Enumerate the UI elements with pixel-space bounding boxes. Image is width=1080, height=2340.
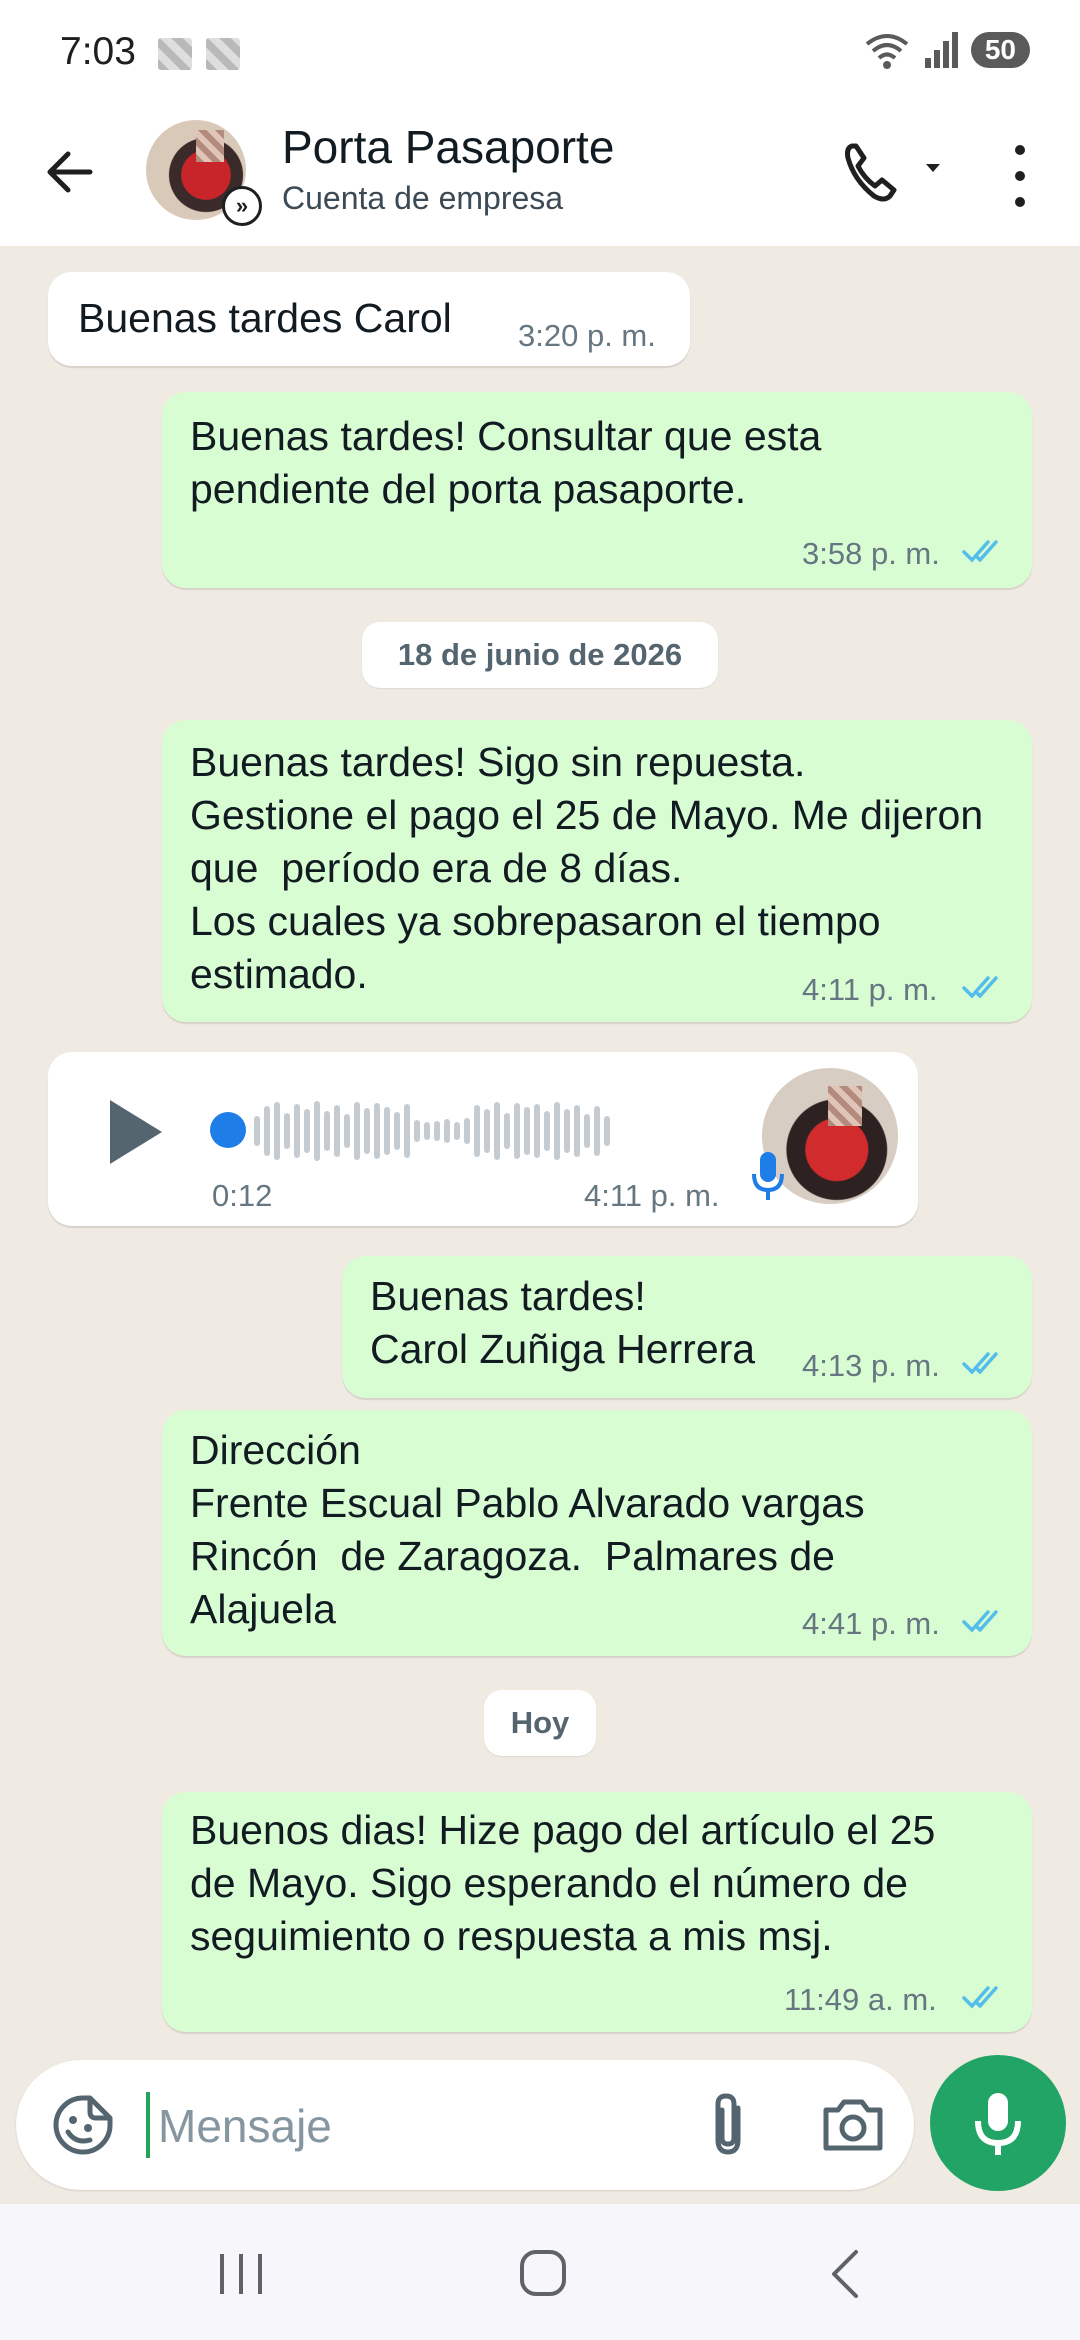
text-caret bbox=[146, 2092, 150, 2158]
system-navigation-bar bbox=[0, 2204, 1080, 2340]
more-vert-icon[interactable] bbox=[1000, 138, 1040, 214]
message-bubble-outgoing[interactable]: Buenos dias! Hize pago del artículo el 2… bbox=[162, 1792, 1032, 2032]
message-time: 3:58 p. m. bbox=[802, 536, 940, 571]
phone-icon bbox=[845, 143, 897, 202]
message-bubble-outgoing[interactable]: Buenas tardes! Carol Zuñiga Herrera 4:13… bbox=[342, 1256, 1032, 1398]
message-composer bbox=[16, 2060, 914, 2190]
date-separator: Hoy bbox=[484, 1690, 596, 1756]
contact-name[interactable]: Porta Pasaporte bbox=[282, 120, 614, 174]
message-text: Buenas tardes! Consultar que esta pendie… bbox=[190, 413, 833, 512]
message-text: Buenas tardes Carol bbox=[78, 295, 452, 341]
battery-indicator: 50 bbox=[970, 32, 1030, 68]
mic-icon bbox=[975, 2093, 1021, 2155]
message-bubble-outgoing[interactable]: Buenas tardes! Consultar que esta pendie… bbox=[162, 392, 1032, 588]
contact-subtitle: Cuenta de empresa bbox=[282, 180, 564, 216]
nav-back-icon[interactable] bbox=[800, 2244, 890, 2304]
message-text: Buenos dias! Hize pago del artículo el 2… bbox=[190, 1807, 947, 1959]
attach-icon[interactable] bbox=[700, 2090, 760, 2160]
mic-icon bbox=[752, 1152, 784, 1200]
message-time: 4:41 p. m. bbox=[802, 1606, 940, 1641]
message-bubble-outgoing[interactable]: Buenas tardes! Sigo sin repuesta. Gestio… bbox=[162, 720, 1032, 1022]
camera-icon[interactable] bbox=[820, 2094, 886, 2154]
notification-icon bbox=[158, 38, 192, 70]
read-ticks-icon bbox=[962, 540, 998, 563]
home-icon[interactable] bbox=[498, 2244, 588, 2304]
message-bubble-outgoing[interactable]: Dirección Frente Escual Pablo Alvarado v… bbox=[162, 1410, 1032, 1656]
message-text: Buenas tardes! Sigo sin repuesta. Gestio… bbox=[190, 739, 984, 997]
read-ticks-icon bbox=[962, 1986, 998, 2009]
voice-waveform[interactable] bbox=[254, 1096, 610, 1166]
voice-record-button[interactable] bbox=[930, 2055, 1066, 2191]
signal-icon bbox=[924, 32, 958, 68]
voice-note-bubble[interactable]: 0:12 4:11 p. m. bbox=[48, 1052, 918, 1226]
read-ticks-icon bbox=[962, 1610, 998, 1633]
message-time: 4:11 p. m. bbox=[584, 1178, 720, 1213]
business-badge-icon: » bbox=[222, 186, 262, 226]
date-separator: 18 de junio de 2026 bbox=[362, 622, 718, 688]
message-time: 4:13 p. m. bbox=[802, 1348, 940, 1383]
status-time: 7:03 bbox=[60, 30, 136, 73]
message-time: 3:20 p. m. bbox=[518, 318, 656, 353]
message-time: 4:11 p. m. bbox=[802, 972, 938, 1007]
recents-icon[interactable] bbox=[196, 2244, 286, 2304]
message-bubble-incoming[interactable]: Buenas tardes Carol 3:20 p. m. bbox=[48, 272, 690, 366]
emoji-icon[interactable] bbox=[50, 2092, 116, 2158]
playback-position-handle[interactable] bbox=[210, 1112, 246, 1148]
wifi-icon bbox=[865, 34, 909, 69]
system-icons: 50 bbox=[863, 30, 1030, 70]
message-text: Dirección Frente Escual Pablo Alvarado v… bbox=[190, 1427, 865, 1632]
back-arrow-icon[interactable] bbox=[40, 142, 100, 202]
read-ticks-icon bbox=[962, 1352, 998, 1375]
play-icon[interactable] bbox=[100, 1092, 170, 1172]
voice-duration: 0:12 bbox=[212, 1178, 273, 1213]
chat-header: » Porta Pasaporte Cuenta de empresa bbox=[0, 108, 1080, 246]
message-input[interactable] bbox=[156, 2080, 680, 2172]
voice-call-button[interactable] bbox=[840, 138, 950, 208]
dropdown-caret-icon bbox=[926, 164, 940, 172]
message-text: Buenas tardes! Carol Zuñiga Herrera bbox=[370, 1273, 756, 1372]
message-time: 11:49 a. m. bbox=[784, 1982, 937, 2017]
status-bar: 7:03 50 bbox=[0, 0, 1080, 108]
notification-icon bbox=[206, 38, 240, 70]
read-ticks-icon bbox=[962, 976, 998, 999]
